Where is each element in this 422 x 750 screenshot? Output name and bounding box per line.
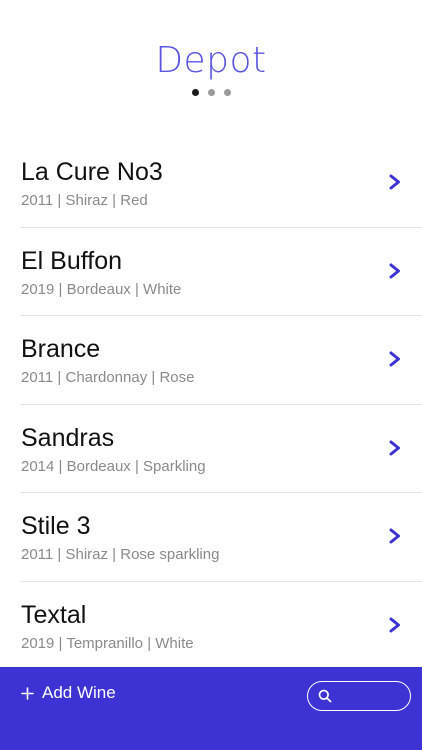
wine-row[interactable]: La Cure No3 2011 | Shiraz | Red — [0, 139, 422, 228]
chevron-right-icon[interactable] — [388, 440, 402, 456]
page-title: Depot — [155, 40, 267, 81]
chevron-right-icon[interactable] — [388, 351, 402, 367]
wine-name: Textal — [21, 600, 87, 629]
wine-details: 2019 | Bordeaux | White — [21, 280, 182, 298]
bottom-bar: Add Wine — [0, 667, 422, 750]
wine-details: 2014 | Bordeaux | Sparkling — [21, 457, 206, 475]
search-icon — [318, 689, 332, 703]
wine-row[interactable]: Textal 2019 | Tempranillo | White — [0, 582, 422, 671]
chevron-right-icon[interactable] — [388, 263, 402, 279]
wine-list: La Cure No3 2011 | Shiraz | Red El Buffo… — [0, 139, 422, 670]
wine-name: Stile 3 — [21, 512, 91, 540]
wine-name: Sandras — [21, 423, 115, 452]
wine-name: Brance — [21, 335, 101, 363]
search-input[interactable] — [338, 685, 406, 707]
wine-details: 2011 | Shiraz | Red — [21, 192, 148, 209]
chevron-right-icon[interactable] — [388, 528, 402, 544]
plus-icon — [21, 686, 34, 700]
chevron-right-icon[interactable] — [388, 174, 402, 190]
wine-name: El Buffon — [21, 246, 123, 275]
wine-details: 2011 | Shiraz | Rose sparkling — [21, 546, 220, 563]
search-field[interactable] — [307, 681, 411, 711]
wine-row[interactable]: Sandras 2014 | Bordeaux | Sparkling — [0, 405, 422, 493]
wine-row[interactable]: El Buffon 2019 | Bordeaux | White — [0, 228, 422, 316]
wine-name: La Cure No3 — [21, 158, 163, 186]
add-wine-button[interactable]: Add Wine — [21, 683, 116, 703]
page-dot-2[interactable] — [207, 89, 215, 96]
wine-details: 2011 | Chardonnay | Rose — [21, 369, 195, 386]
add-wine-label: Add Wine — [42, 683, 116, 702]
page-dot-1[interactable] — [191, 89, 199, 96]
wine-details: 2019 | Tempranillo | White — [21, 634, 194, 652]
page-indicator[interactable] — [0, 89, 422, 96]
wine-row[interactable]: Stile 3 2011 | Shiraz | Rose sparkling — [0, 493, 422, 582]
page-dot-3[interactable] — [223, 89, 231, 96]
wine-row[interactable]: Brance 2011 | Chardonnay | Rose — [0, 316, 422, 405]
chevron-right-icon[interactable] — [388, 617, 402, 633]
